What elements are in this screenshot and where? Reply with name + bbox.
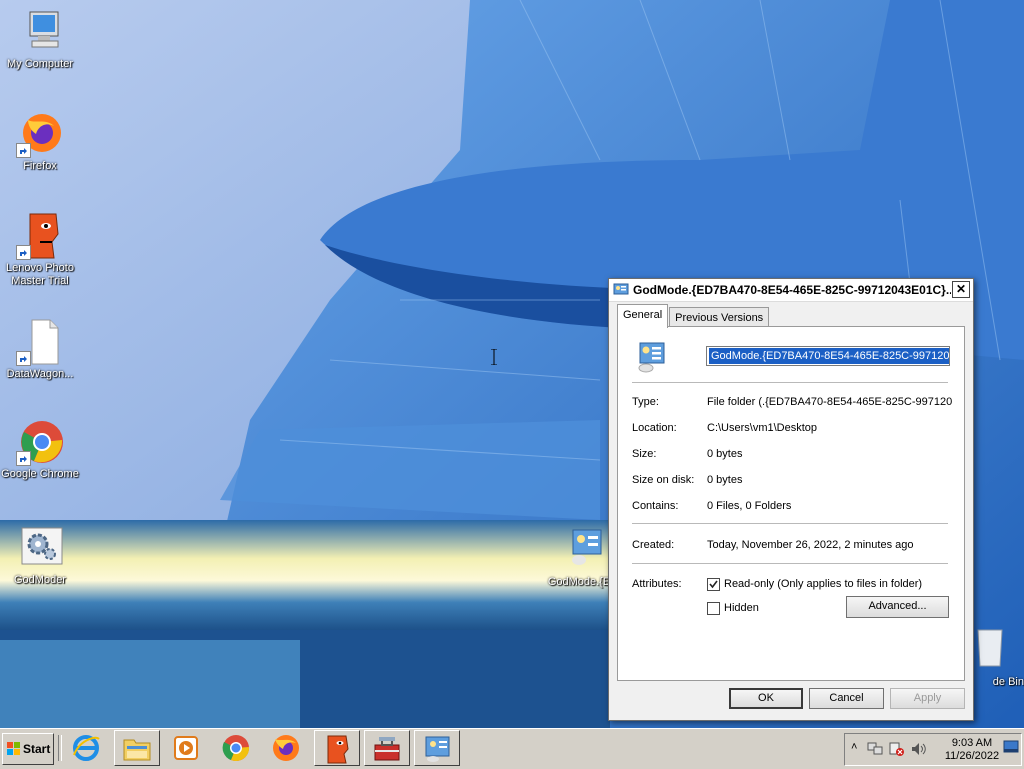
- advanced-button[interactable]: Advanced...: [846, 596, 949, 618]
- desktop-icon-google-chrome[interactable]: Google Chrome: [0, 418, 80, 481]
- google-chrome-icon: [16, 418, 64, 466]
- attributes-label: Attributes:: [632, 578, 682, 590]
- taskbar-lenovo-photo-master[interactable]: [314, 730, 360, 766]
- created-label: Created:: [632, 539, 675, 551]
- taskbar-godmode-folder[interactable]: [414, 730, 460, 766]
- toolbox-icon: [374, 737, 400, 761]
- firefox-icon: [16, 110, 64, 158]
- system-tray: ˄ 9:03 AM 11/26/2022: [844, 733, 1022, 766]
- text-cursor-icon: [491, 348, 497, 366]
- lenovo-photo-master-icon: [16, 212, 64, 260]
- taskbar-firefox[interactable]: [264, 730, 310, 766]
- taskbar-internet-explorer[interactable]: [64, 730, 110, 766]
- taskbar: Start ˄ 9:03 AM 11/26/2022: [0, 728, 1024, 769]
- taskbar-media-player[interactable]: [164, 730, 210, 766]
- divider: [632, 563, 948, 565]
- windows-logo-icon: [7, 742, 20, 755]
- taskbar-divider: [58, 735, 62, 761]
- desktop-icon-label: Google Chrome: [1, 468, 79, 480]
- show-hidden-icons-icon[interactable]: ˄: [851, 741, 857, 753]
- lenovo-photo-master-icon: [327, 735, 349, 764]
- desktop-icon-label: GodModer: [14, 574, 66, 586]
- dialog-titlebar[interactable]: GodMode.{ED7BA470-8E54-465E-825C-9971204…: [609, 279, 973, 302]
- taskbar-google-chrome[interactable]: [214, 730, 260, 766]
- ok-button[interactable]: OK: [729, 688, 803, 709]
- desktop-icon-label: GodMode.{E: [547, 576, 611, 588]
- desktop-icon-label: My Computer: [6, 58, 74, 70]
- show-desktop-icon[interactable]: [1003, 740, 1019, 754]
- readonly-checkbox[interactable]: [707, 578, 720, 591]
- apply-button[interactable]: Apply: [890, 688, 965, 709]
- media-player-icon: [174, 736, 198, 760]
- location-label: Location:: [632, 422, 677, 434]
- size-on-disk-label: Size on disk:: [632, 474, 695, 486]
- size-on-disk-value: 0 bytes: [707, 474, 743, 486]
- start-label: Start: [23, 742, 51, 756]
- clock[interactable]: 9:03 AM 11/26/2022: [944, 737, 1000, 763]
- security-alert-icon[interactable]: [889, 742, 905, 756]
- type-value: File folder (.{ED7BA470-8E54-465E-825C-9…: [707, 396, 952, 408]
- close-button[interactable]: ✕: [952, 281, 970, 298]
- divider: [632, 382, 948, 384]
- desktop-icon-label: Lenovo Photo Master Trial: [6, 262, 74, 287]
- my-computer-icon: [16, 8, 64, 56]
- clock-date: 11/26/2022: [944, 750, 1000, 762]
- desktop-icon-godmoder[interactable]: GodModer: [0, 524, 80, 587]
- checkmark-icon: [709, 580, 718, 589]
- shortcut-arrow-icon: [16, 143, 31, 158]
- control-panel-icon: [425, 736, 450, 762]
- desktop-icon-label: DataWagon...: [6, 368, 74, 380]
- control-panel-icon: [638, 342, 665, 373]
- hidden-checkbox[interactable]: [707, 602, 720, 615]
- size-label: Size:: [632, 448, 657, 460]
- size-value: 0 bytes: [707, 448, 743, 460]
- control-panel-icon: [613, 283, 629, 295]
- document-icon: [16, 318, 64, 366]
- type-label: Type:: [632, 396, 659, 408]
- taskbar-toolbox[interactable]: [364, 730, 410, 766]
- desktop-icon-label: Firefox: [23, 160, 57, 172]
- hidden-label[interactable]: Hidden: [724, 602, 759, 614]
- contains-label: Contains:: [632, 500, 679, 512]
- taskbar-file-explorer[interactable]: [114, 730, 160, 766]
- location-value: C:\Users\vm1\Desktop: [707, 422, 818, 434]
- properties-dialog[interactable]: GodMode.{ED7BA470-8E54-465E-825C-9971204…: [608, 278, 974, 721]
- volume-icon[interactable]: [911, 742, 927, 756]
- shortcut-arrow-icon: [16, 451, 31, 466]
- general-tab-panel: GodMode.{ED7BA470-8E54-465E-825C-9971204…: [617, 326, 965, 681]
- recycle-bin-icon: [970, 626, 1018, 674]
- created-value: Today, November 26, 2022, 2 minutes ago: [707, 539, 914, 551]
- divider: [632, 523, 948, 525]
- google-chrome-icon: [222, 735, 250, 762]
- firefox-icon: [273, 735, 299, 761]
- tab-previous-versions[interactable]: Previous Versions: [669, 307, 770, 328]
- tab-general[interactable]: General: [617, 304, 669, 328]
- cancel-button[interactable]: Cancel: [809, 688, 884, 709]
- desktop-icon-godmode-folder[interactable]: GodMode.{E: [544, 526, 614, 589]
- tab-strip: General Previous Versions: [617, 304, 770, 328]
- desktop-icon-lenovo-photo-master[interactable]: Lenovo Photo Master Trial: [0, 212, 80, 288]
- name-input[interactable]: GodMode.{ED7BA470-8E54-465E-825C-9971204: [706, 346, 950, 366]
- name-input-selected-text: GodMode.{ED7BA470-8E54-465E-825C-9971204: [709, 348, 949, 364]
- shortcut-arrow-icon: [16, 351, 31, 366]
- internet-explorer-icon: [73, 735, 100, 761]
- desktop-icon-my-computer[interactable]: My Computer: [0, 8, 80, 71]
- readonly-label[interactable]: Read-only (Only applies to files in fold…: [724, 578, 922, 590]
- shortcut-arrow-icon: [16, 245, 31, 260]
- start-button[interactable]: Start: [2, 733, 54, 765]
- folder-icon: [123, 739, 151, 761]
- network-icon[interactable]: [867, 742, 883, 756]
- dialog-title: GodMode.{ED7BA470-8E54-465E-825C-9971204…: [633, 283, 951, 297]
- desktop-icon-firefox[interactable]: Firefox: [0, 110, 80, 173]
- gear-icon: [16, 524, 64, 572]
- clock-time: 9:03 AM: [951, 737, 993, 749]
- contains-value: 0 Files, 0 Folders: [707, 500, 792, 512]
- control-panel-icon: [555, 526, 603, 574]
- desktop-icon-datawagon[interactable]: DataWagon...: [0, 318, 80, 381]
